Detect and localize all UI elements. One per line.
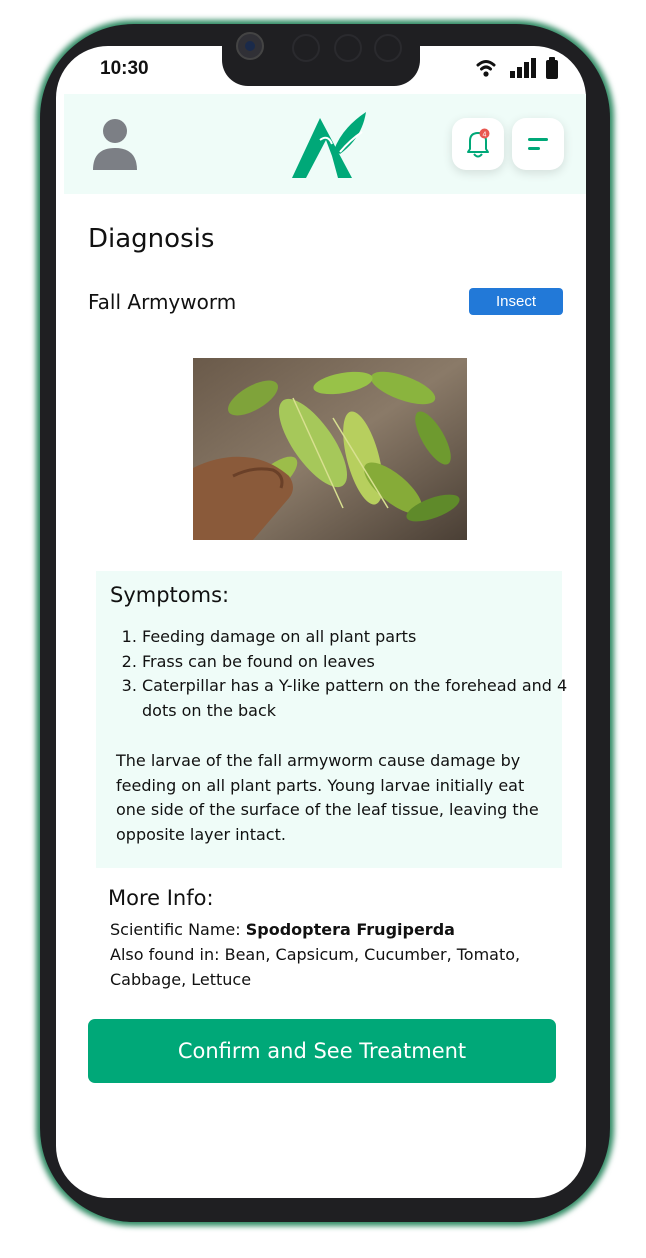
- confirm-treatment-button[interactable]: Confirm and See Treatment: [88, 1019, 556, 1083]
- status-time: 10:30: [100, 58, 149, 79]
- symptoms-list: Feeding damage on all plant parts Frass …: [112, 625, 572, 723]
- status-icons-svg: [476, 57, 558, 79]
- scientific-name-label: Scientific Name:: [110, 920, 246, 939]
- symptom-item: Caterpillar has a Y-like pattern on the …: [142, 674, 572, 723]
- symptoms-description: The larvae of the fall armyworm cause da…: [116, 751, 539, 844]
- phone-notch: [222, 24, 420, 86]
- sensor: [334, 34, 362, 62]
- bell-icon: 4: [467, 128, 490, 158]
- user-avatar-icon[interactable]: [92, 118, 138, 170]
- menu-icon: [528, 138, 548, 150]
- app-logo-icon: [292, 112, 366, 178]
- menu-button[interactable]: [512, 118, 564, 170]
- wifi-icon: [476, 60, 496, 77]
- sensor: [374, 34, 402, 62]
- pest-name: Fall Armyworm: [88, 290, 237, 314]
- symptom-item: Feeding damage on all plant parts: [142, 625, 572, 650]
- notifications-button[interactable]: 4: [452, 118, 504, 170]
- symptom-item: Frass can be found on leaves: [142, 650, 572, 675]
- signal-icon: [510, 58, 536, 78]
- symptoms-heading: Symptoms:: [110, 583, 230, 607]
- status-icons: [476, 56, 560, 80]
- more-info-heading: More Info:: [108, 886, 214, 910]
- scientific-name-value: Spodoptera Frugiperda: [245, 920, 455, 939]
- battery-icon: [546, 57, 558, 79]
- page-title: Diagnosis: [88, 224, 215, 254]
- also-found-in: Also found in: Bean, Capsicum, Cucumber,…: [110, 945, 521, 989]
- notification-count-badge: 4: [483, 131, 487, 138]
- scientific-name: Scientific Name: Spodoptera Frugiperda: [110, 918, 550, 943]
- category-badge: Insect: [469, 288, 563, 315]
- front-camera: [236, 32, 264, 60]
- plant-leaves-photo: [193, 358, 467, 540]
- sensor: [292, 34, 320, 62]
